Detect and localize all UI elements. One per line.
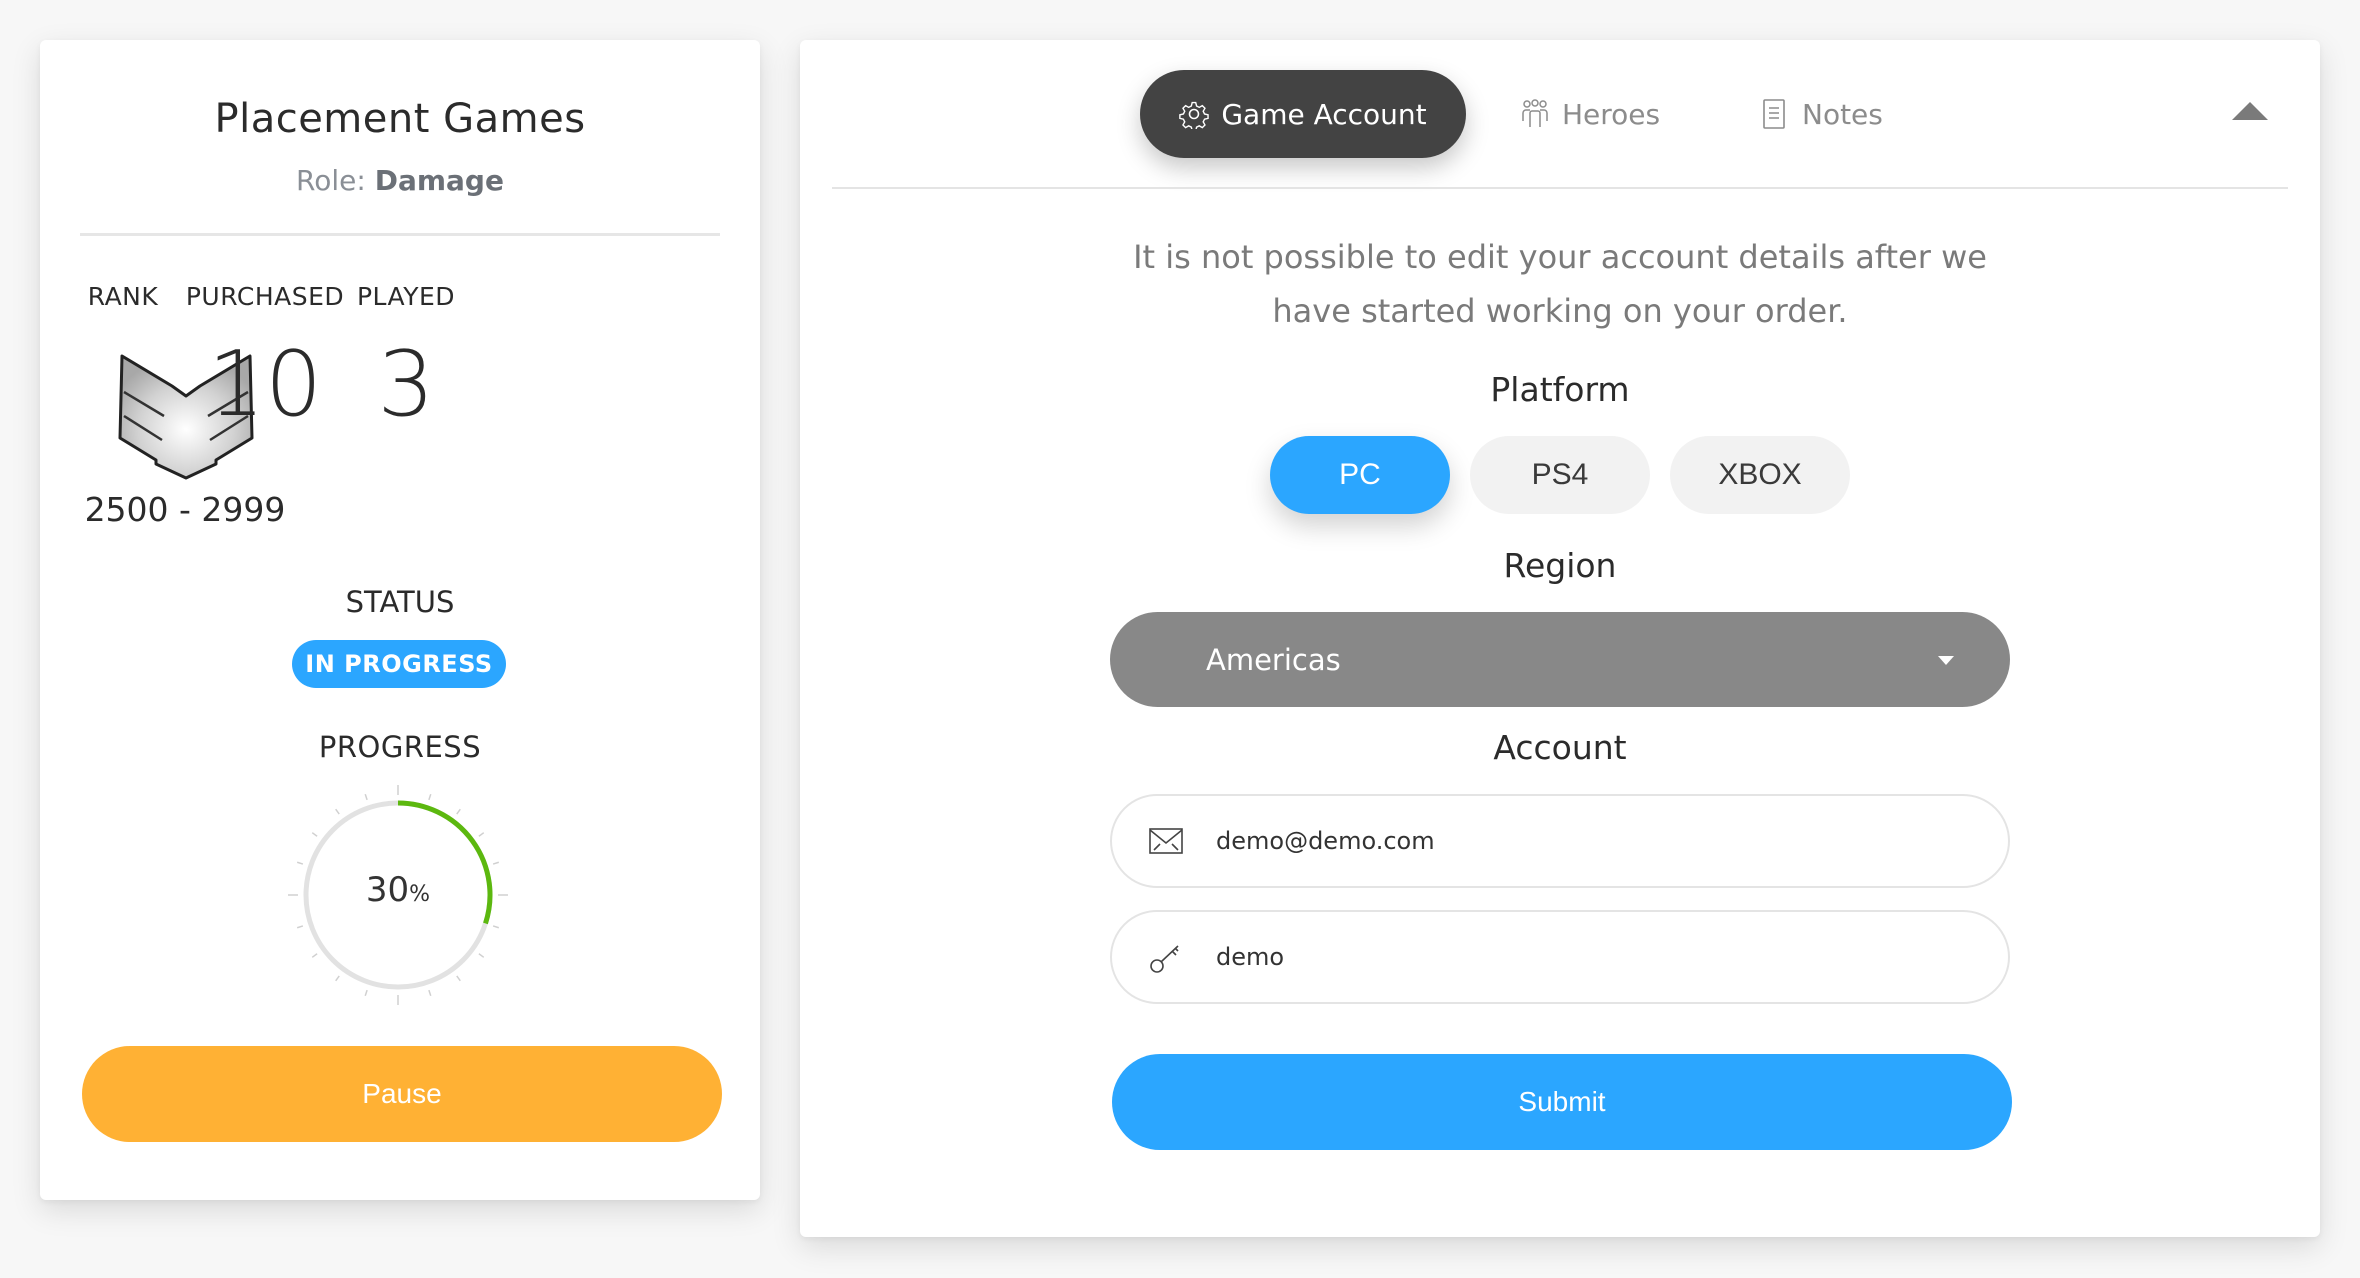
gauge-tick [364, 989, 368, 997]
gauge-tick [492, 925, 500, 929]
status-label: STATUS [345, 585, 455, 619]
email-input[interactable] [1214, 826, 1918, 856]
group-icon [1522, 99, 1548, 127]
tab-bar: Game Account Heroes Notes [800, 70, 2320, 160]
region-value: Americas [1206, 642, 1341, 677]
gauge-tick [478, 953, 485, 958]
password-input[interactable] [1214, 942, 1918, 972]
gauge-tick [296, 861, 304, 865]
gauge-tick [364, 793, 368, 801]
gauge-tick [456, 808, 461, 815]
gauge-tick [456, 975, 461, 982]
gauge-tick [311, 953, 318, 958]
gauge-tick [335, 975, 340, 982]
role-line: Role: Damage [40, 164, 760, 197]
gauge-tick [428, 793, 432, 801]
rank-range: 2500 - 2999 [84, 490, 286, 529]
tab-label: Heroes [1562, 97, 1661, 131]
status-badge: IN PROGRESS [292, 640, 506, 688]
played-value: 3 [377, 332, 435, 437]
email-field[interactable] [1110, 794, 2010, 888]
key-icon [1148, 939, 1184, 975]
platform-ps4-button[interactable]: PS4 [1470, 436, 1650, 514]
progress-number: 30 [365, 870, 410, 910]
played-label: PLAYED [356, 282, 456, 311]
platform-pc-button[interactable]: PC [1270, 436, 1450, 514]
gauge-tick [478, 832, 485, 837]
progress-percent: 30% [298, 870, 498, 910]
pause-button[interactable]: Pause [82, 1046, 722, 1142]
region-select[interactable]: Americas [1110, 612, 2010, 707]
role-value: Damage [374, 164, 504, 197]
progress-label: PROGRESS [318, 730, 482, 764]
region-label: Region [1503, 546, 1617, 585]
account-label: Account [1493, 728, 1627, 767]
tab-label: Notes [1802, 97, 1883, 131]
tab-heroes[interactable]: Heroes [1520, 70, 1660, 158]
gauge-tick [335, 808, 340, 815]
tab-label: Game Account [1221, 97, 1427, 131]
envelope-icon [1148, 823, 1184, 859]
gauge-tick [428, 989, 432, 997]
role-label: Role: [296, 164, 366, 197]
edit-notice: It is not possible to edit your account … [1133, 238, 1987, 330]
gauge-tick [311, 832, 318, 837]
gauge-tick [296, 925, 304, 929]
divider [832, 187, 2288, 189]
account-card: Game Account Heroes Notes It is not poss… [800, 40, 2320, 1237]
gear-icon [1179, 101, 1210, 129]
card-title: Placement Games [214, 96, 586, 142]
triangle-up-icon[interactable] [2232, 102, 2268, 120]
tab-notes[interactable]: Notes [1760, 70, 1883, 158]
submit-button[interactable]: Submit [1112, 1054, 2012, 1150]
document-icon [1763, 99, 1785, 129]
gauge-tick [492, 861, 500, 865]
divider [80, 233, 720, 236]
chevron-down-icon [1938, 656, 1954, 665]
platform-xbox-button[interactable]: XBOX [1670, 436, 1850, 514]
progress-unit: % [409, 882, 431, 907]
placement-summary-card: Placement Games Role: Damage RANK PURCHA… [40, 40, 760, 1200]
tab-game-account[interactable]: Game Account [1140, 70, 1466, 158]
platform-label: Platform [1490, 370, 1630, 409]
password-field[interactable] [1110, 910, 2010, 1004]
